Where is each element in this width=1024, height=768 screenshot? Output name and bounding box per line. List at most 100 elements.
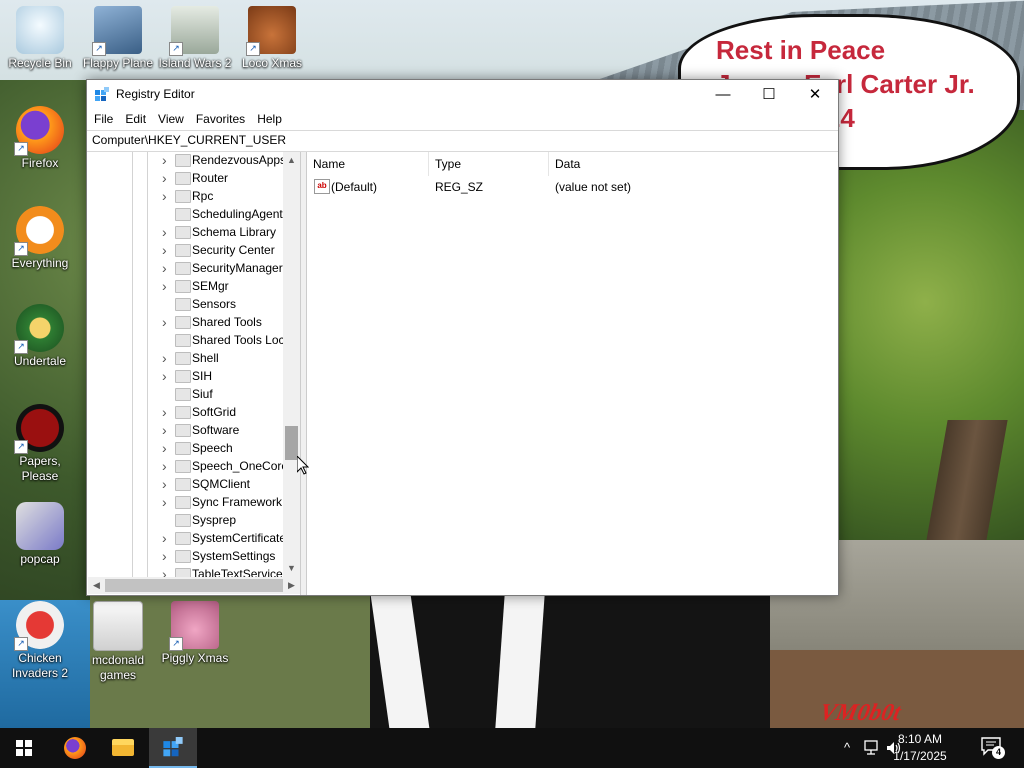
speech-line: Rest in Peace	[716, 35, 886, 65]
expand-chevron-icon[interactable]: ›	[162, 349, 172, 367]
value-type: REG_SZ	[435, 180, 484, 194]
desktop-icon-island-wars[interactable]: ↗ Island Wars 2	[155, 6, 235, 71]
desktop-icon-recycle-bin[interactable]: Recycle Bin	[0, 6, 80, 71]
tree-guide-lines	[118, 277, 162, 295]
tree-guide-lines	[118, 475, 162, 493]
scroll-right-arrow-icon[interactable]: ▶	[283, 577, 300, 594]
tree-item[interactable]: › SecurityManager	[88, 259, 284, 277]
value-name: (Default)	[331, 180, 378, 194]
tree-item[interactable]: Siuf	[88, 385, 284, 403]
tree-item[interactable]: › SQMClient	[88, 475, 284, 493]
minimize-button[interactable]: —	[700, 80, 746, 109]
desktop-icon-label: Firefox	[21, 156, 59, 170]
address-input[interactable]	[87, 131, 832, 149]
desktop-icon-piggly-xmas[interactable]: ↗ Piggly Xmas	[155, 601, 235, 666]
tree-item[interactable]: › Shared Tools	[88, 313, 284, 331]
desktop-icon-firefox[interactable]: ↗ Firefox	[0, 106, 80, 171]
shortcut-arrow-icon: ↗	[14, 142, 28, 156]
desktop-icon-flappy-plane[interactable]: ↗ Flappy Plane	[78, 6, 158, 71]
menu-edit[interactable]: Edit	[118, 109, 151, 129]
column-header-data[interactable]: Data	[549, 152, 837, 176]
expand-chevron-icon[interactable]: ›	[162, 241, 172, 259]
close-button[interactable]: ✕	[792, 80, 838, 109]
expand-chevron-icon[interactable]: ›	[162, 403, 172, 421]
tree-item[interactable]: › Speech_OneCore	[88, 457, 288, 475]
tree-item[interactable]: Shared Tools Loca	[88, 331, 291, 349]
column-header-name[interactable]: Name	[307, 152, 429, 176]
tree-item[interactable]: › Rpc	[88, 187, 284, 205]
expand-chevron-icon[interactable]: ›	[162, 223, 172, 241]
expand-chevron-icon[interactable]: ›	[162, 152, 172, 169]
desktop-icon-papers-please[interactable]: ↗ Papers, Please	[0, 404, 80, 484]
expand-chevron-icon[interactable]: ›	[162, 421, 172, 439]
expand-chevron-icon[interactable]: ›	[162, 169, 172, 187]
string-value-icon: ab	[314, 179, 330, 194]
expand-chevron-icon[interactable]: ›	[162, 475, 172, 493]
tree-item[interactable]: › Software	[88, 421, 284, 439]
desktop-icon-mcdonald-games[interactable]: mcdonald games	[78, 601, 158, 683]
desktop-icon-everything[interactable]: ↗ Everything	[0, 206, 80, 271]
desktop-icon-label: Piggly Xmas	[161, 651, 229, 665]
menu-favorites[interactable]: Favorites	[189, 109, 250, 129]
tree-item[interactable]: › SystemSettings	[88, 547, 284, 565]
action-center-button[interactable]: 4	[980, 736, 1006, 760]
tree-guide-lines	[118, 223, 162, 241]
taskbar-registry-editor[interactable]	[149, 728, 197, 768]
tree-guide-lines	[118, 259, 162, 277]
menu-help[interactable]: Help	[250, 109, 287, 129]
tree-item[interactable]: SchedulingAgent	[88, 205, 284, 223]
scroll-up-arrow-icon[interactable]: ▲	[283, 152, 300, 169]
tree-horizontal-scrollbar[interactable]: ◀ ▶	[88, 577, 300, 594]
desktop-icon-undertale[interactable]: ↗ Undertale	[0, 304, 80, 369]
tree-vertical-scrollbar[interactable]: ▲ ▼	[283, 152, 300, 577]
tree-item[interactable]: › SystemCertificate	[88, 529, 286, 547]
scroll-down-arrow-icon[interactable]: ▼	[283, 560, 300, 577]
tree-item[interactable]: Sysprep	[88, 511, 284, 529]
expand-chevron-icon[interactable]: ›	[162, 187, 172, 205]
menu-file[interactable]: File	[87, 109, 118, 129]
tree-item-label: Software	[192, 423, 240, 437]
system-clock[interactable]: 8:10 AM 1/17/2025	[882, 731, 958, 765]
tree-item[interactable]: › Sync Framework	[88, 493, 284, 511]
expand-chevron-icon[interactable]: ›	[162, 259, 172, 277]
expand-chevron-icon[interactable]: ›	[162, 277, 172, 295]
tree-item[interactable]: › Schema Library	[88, 223, 284, 241]
expand-chevron-icon[interactable]: ›	[162, 313, 172, 331]
tree-item[interactable]: Sensors	[88, 295, 284, 313]
show-hidden-icons-chevron-icon[interactable]: ^	[838, 728, 856, 768]
expand-chevron-icon[interactable]: ›	[162, 367, 172, 385]
desktop-icon-chicken-invaders[interactable]: ↗ Chicken Invaders 2	[0, 601, 80, 681]
expand-chevron-icon[interactable]: ›	[162, 547, 172, 565]
tree-item[interactable]: › RendezvousApps	[88, 152, 286, 169]
expand-chevron-icon[interactable]: ›	[162, 529, 172, 547]
start-button[interactable]	[0, 728, 48, 768]
folder-icon	[175, 550, 191, 563]
wallpaper-figure	[370, 595, 770, 728]
tree-item[interactable]: › SIH	[88, 367, 284, 385]
tree-guide-lines	[118, 421, 162, 439]
desktop-icon-loco-xmas[interactable]: ↗ Loco Xmas	[232, 6, 312, 71]
maximize-button[interactable]: ☐	[746, 80, 792, 109]
title-bar[interactable]: Registry Editor — ☐ ✕	[87, 80, 838, 109]
scrollbar-thumb[interactable]	[285, 426, 298, 460]
tree-item[interactable]: › Shell	[88, 349, 284, 367]
tree-item[interactable]: › SoftGrid	[88, 403, 284, 421]
column-header-type[interactable]: Type	[429, 152, 549, 176]
expand-chevron-icon[interactable]: ›	[162, 493, 172, 511]
tree-item[interactable]: › Security Center	[88, 241, 284, 259]
tree-item[interactable]: › Router	[88, 169, 284, 187]
scrollbar-thumb[interactable]	[105, 579, 283, 592]
taskbar-file-explorer[interactable]	[99, 728, 147, 768]
tree-item[interactable]: › Speech	[88, 439, 284, 457]
network-icon[interactable]	[862, 740, 880, 756]
taskbar-firefox[interactable]	[51, 728, 99, 768]
expand-chevron-icon[interactable]: ›	[162, 439, 172, 457]
watermark: VM0b0t	[817, 700, 903, 726]
desktop-icon-popcap[interactable]: popcap	[0, 502, 80, 567]
menu-view[interactable]: View	[151, 109, 189, 129]
tree-item[interactable]: › SEMgr	[88, 277, 284, 295]
scroll-left-arrow-icon[interactable]: ◀	[88, 577, 105, 594]
folder-icon	[175, 514, 191, 527]
desktop-icon-label: Undertale	[13, 354, 67, 368]
expand-chevron-icon[interactable]: ›	[162, 457, 172, 475]
